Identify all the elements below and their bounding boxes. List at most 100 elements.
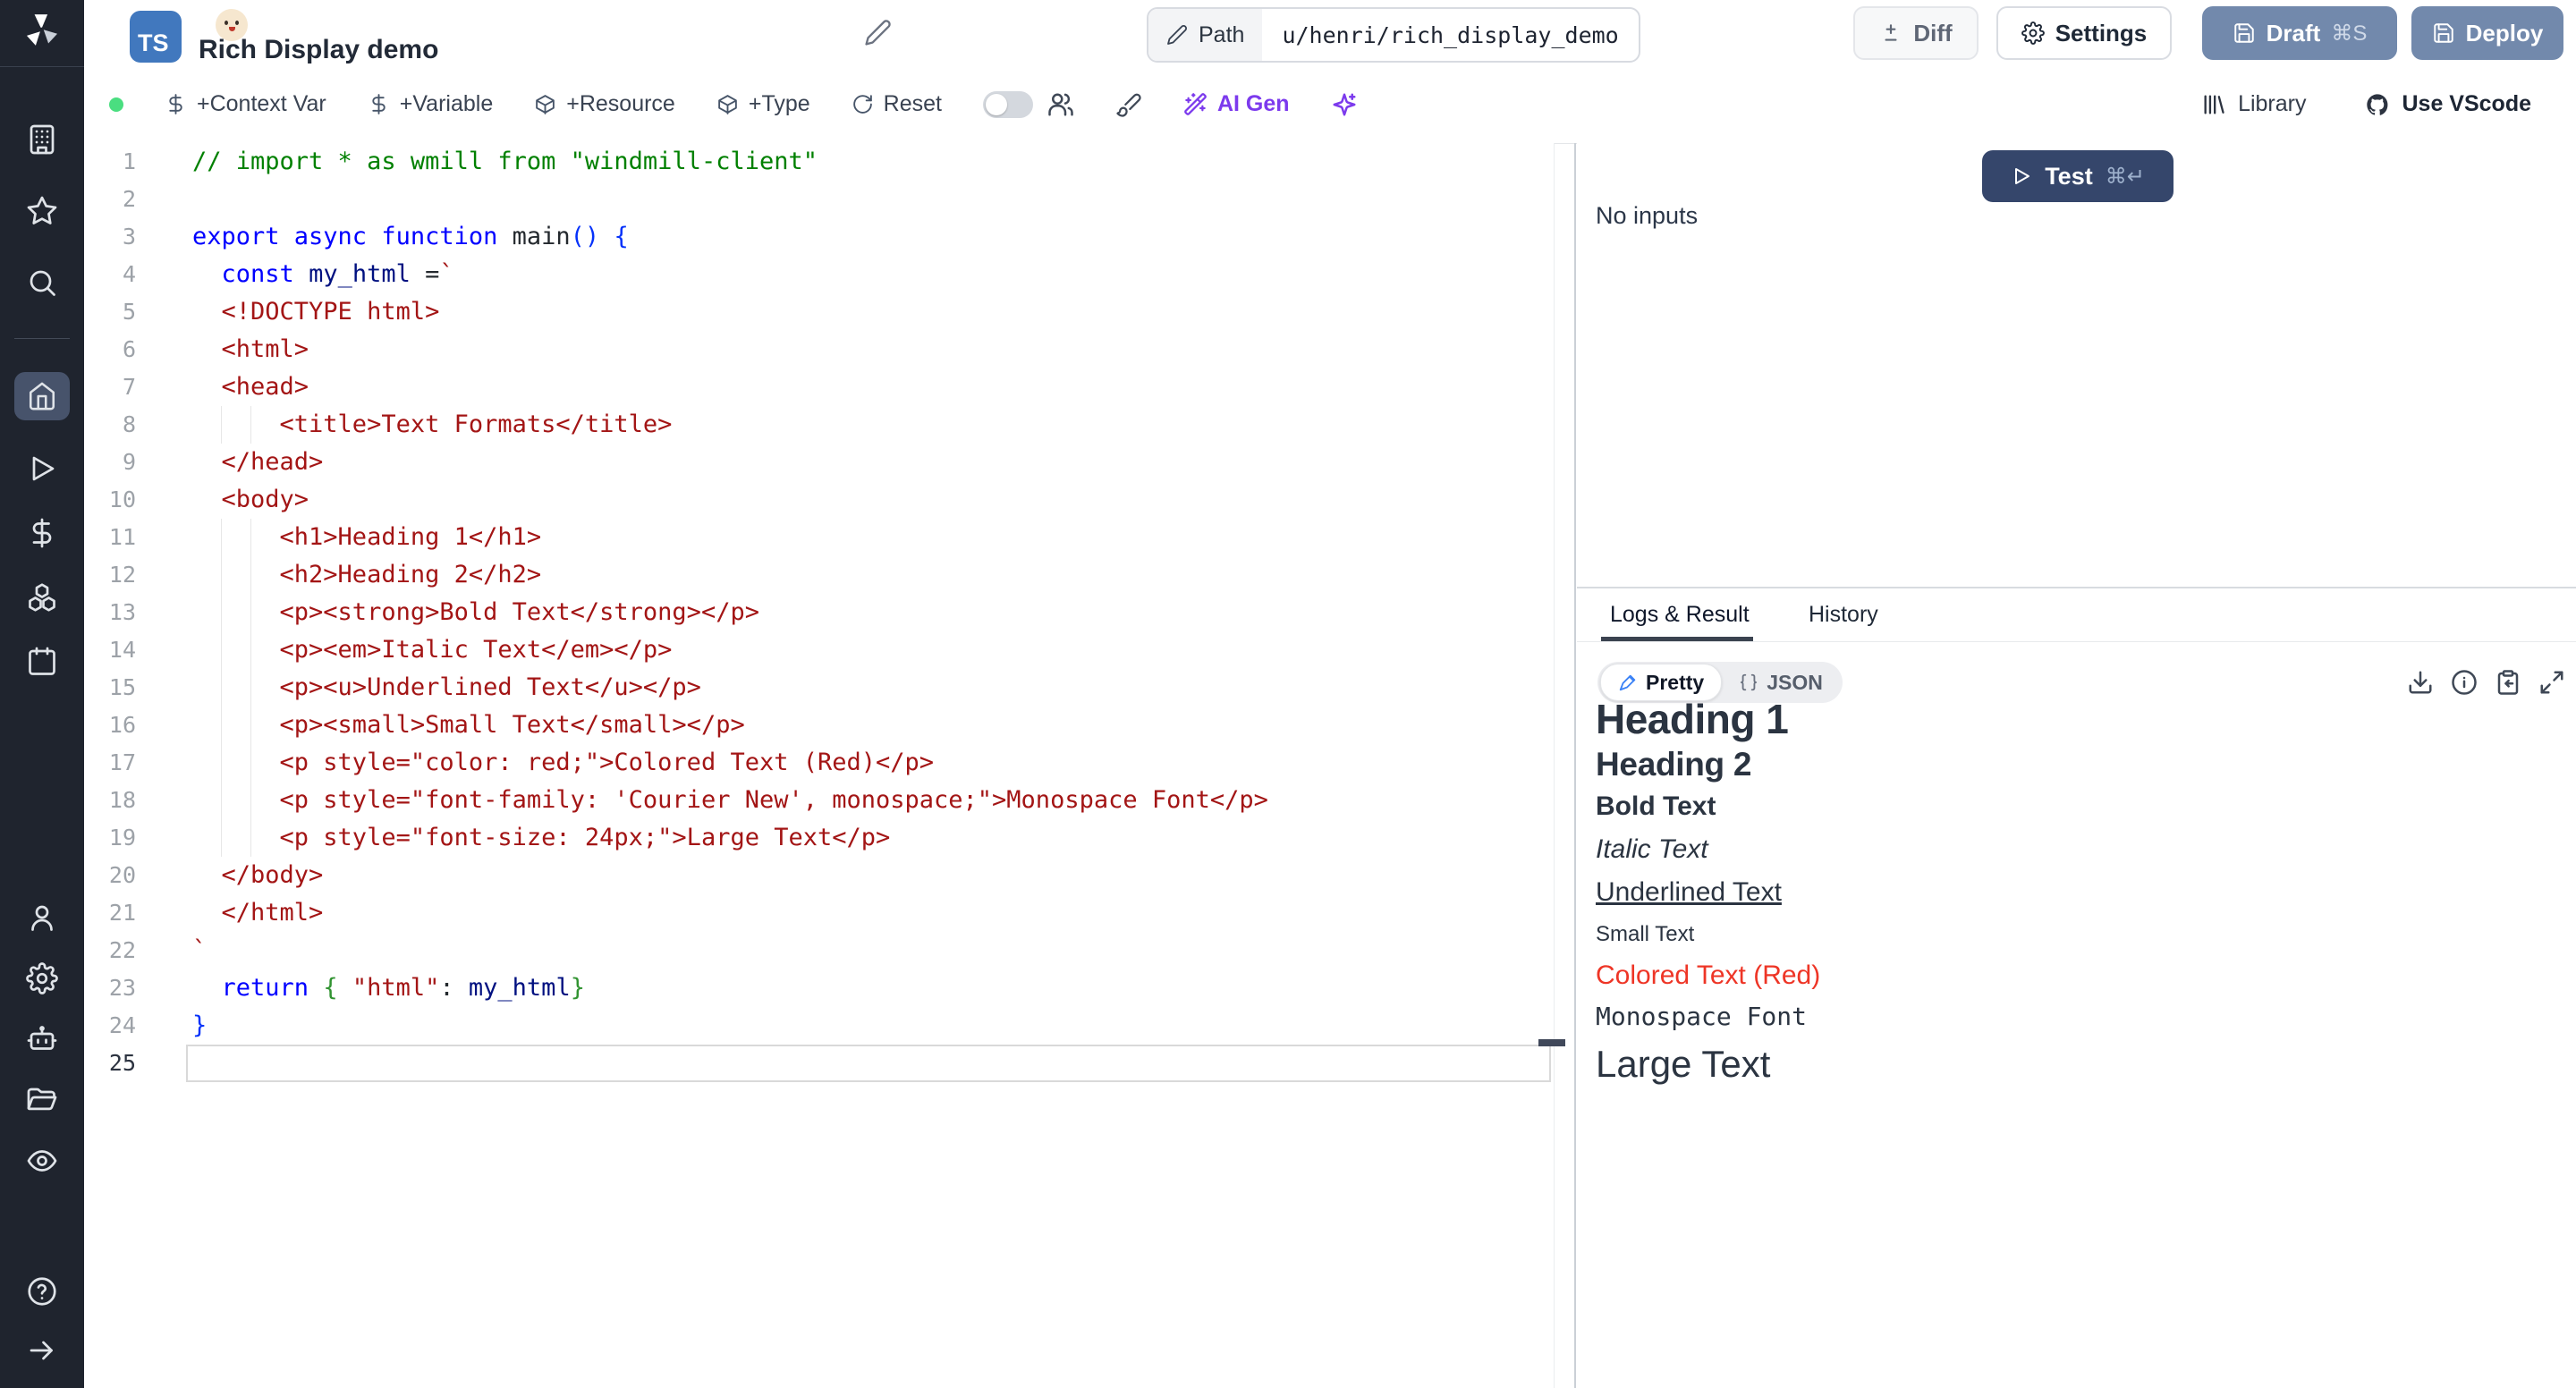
path-label: Path [1199,22,1244,48]
library-button[interactable]: Library [2201,91,2306,117]
code-line[interactable]: 20 </body> [84,857,1554,894]
ai-gen-button[interactable]: AI Gen [1183,91,1290,117]
sidebar-group-workspace [0,123,84,299]
sidebar-item-play[interactable] [26,453,58,485]
line-number: 5 [84,293,136,331]
code-line[interactable]: 6 <html> [84,331,1554,368]
expand-icon[interactable] [2538,669,2565,696]
info-icon[interactable] [2451,669,2478,696]
brush-icon[interactable] [1115,91,1142,118]
path-value[interactable]: u/henri/rich_display_demo [1262,9,1638,61]
code-line[interactable]: 7 <head> [84,368,1554,406]
edit-title-icon[interactable] [864,19,892,47]
diff-icon [1879,21,1902,45]
sidebar-item-search[interactable] [26,267,58,299]
code-line[interactable]: 14 <p><em>Italic Text</em></p> [84,631,1554,669]
add-type-button[interactable]: +Type [716,91,810,117]
script-path-field[interactable]: Path u/henri/rich_display_demo [1147,7,1640,63]
code-line[interactable]: 2 [84,181,1554,218]
pretty-label: Pretty [1646,671,1704,695]
code-line[interactable]: 22` [84,932,1554,969]
tab-history[interactable]: History [1809,588,1878,640]
active-tab-underline [1601,637,1753,641]
add-resource-button[interactable]: +Resource [534,91,675,117]
sidebar-item-boxes[interactable] [26,581,58,614]
draft-button[interactable]: Draft ⌘S [2202,6,2397,60]
code-line[interactable]: 17 <p style="color: red;">Colored Text (… [84,744,1554,782]
sidebar-item-eye[interactable] [26,1145,58,1177]
code-line[interactable]: 9 </head> [84,444,1554,481]
code-line[interactable]: 1// import * as wmill from "windmill-cli… [84,143,1554,181]
toggle-switch[interactable] [983,91,1033,118]
add-variable-label: +Variable [400,91,493,117]
download-icon[interactable] [2407,669,2434,696]
code-line[interactable]: 11 <h1>Heading 1</h1> [84,519,1554,556]
line-number: 16 [84,707,136,744]
sidebar-item-calendar[interactable] [26,646,58,678]
code-line[interactable]: 21 </html> [84,894,1554,932]
copy-clipboard-icon[interactable] [2495,669,2521,696]
code-line[interactable]: 18 <p style="font-family: 'Courier New',… [84,782,1554,819]
sidebar-item-dollar[interactable] [26,517,58,549]
add-variable-button[interactable]: +Variable [368,91,493,117]
play-icon [2011,165,2032,187]
vertical-splitter[interactable] [1574,143,1576,1388]
users-icon[interactable] [1047,91,1074,118]
sidebar-item-star[interactable] [26,195,58,227]
result-actions [2407,669,2565,696]
add-context-var-button[interactable]: +Context Var [165,91,326,117]
diff-button-label: Diff [1913,20,1952,47]
diff-button[interactable]: Diff [1853,6,1979,60]
code-editor[interactable]: 1// import * as wmill from "windmill-cli… [84,143,1554,1388]
sidebar-item-robot[interactable] [26,1023,58,1055]
sidebar-item-user[interactable] [26,901,58,934]
code-line[interactable]: 24} [84,1007,1554,1045]
line-number: 19 [84,819,136,857]
add-reset-button[interactable]: Reset [852,91,942,117]
code-line[interactable]: 19 <p style="font-size: 24px;">Large Tex… [84,819,1554,857]
sidebar-item-folder-open[interactable] [26,1084,58,1116]
code-line[interactable]: 3export async function main() { [84,218,1554,256]
braces-icon [1739,673,1758,692]
code-text: <p><em>Italic Text</em></p> [136,631,672,669]
sidebar-item-building[interactable] [26,123,58,156]
use-vscode-button[interactable]: Use VScode [2365,91,2531,117]
code-line[interactable]: 10 <body> [84,481,1554,519]
code-line[interactable]: 25 [84,1045,1554,1082]
result-line-h1: Heading 1 [1596,694,1820,744]
add-type-label: +Type [749,91,810,117]
vscode-label: Use VScode [2402,91,2531,117]
run-preview-panel: Test ⌘↵ No inputs [1577,143,2576,587]
typescript-badge-label: TS [138,30,169,57]
github-icon [2365,92,2390,117]
code-line[interactable]: 8 <title>Text Formats</title> [84,406,1554,444]
code-line[interactable]: 13 <p><strong>Bold Text</strong></p> [84,594,1554,631]
sidebar-item-home[interactable] [14,372,70,420]
code-line[interactable]: 5 <!DOCTYPE html> [84,293,1554,331]
deploy-button[interactable]: Deploy [2411,6,2563,60]
tab-logs-result[interactable]: Logs & Result [1610,588,1750,640]
code-text: <!DOCTYPE html> [136,293,439,331]
test-button[interactable]: Test ⌘↵ [1982,150,2174,202]
line-number: 17 [84,744,136,782]
settings-button[interactable]: Settings [1996,6,2172,60]
code-text: export async function main() { [136,218,629,256]
overview-ruler-cursor [1538,1039,1565,1046]
sidebar-item-gear[interactable] [26,962,58,994]
code-line[interactable]: 12 <h2>Heading 2</h2> [84,556,1554,594]
code-line[interactable]: 4 const my_html =` [84,256,1554,293]
sparkles-icon[interactable] [1331,91,1358,118]
code-text: </body> [136,857,323,894]
line-number: 24 [84,1007,136,1045]
sidebar-item-arrow-right[interactable] [26,1334,58,1367]
line-number: 9 [84,444,136,481]
sidebar-item-help[interactable] [26,1275,58,1308]
draft-button-label: Draft [2267,20,2321,47]
code-text: <html> [136,331,309,368]
code-line[interactable]: 15 <p><u>Underlined Text</u></p> [84,669,1554,707]
code-text: </head> [136,444,323,481]
code-line[interactable]: 16 <p><small>Small Text</small></p> [84,707,1554,744]
line-number: 18 [84,782,136,819]
windmill-logo[interactable] [0,9,84,50]
code-line[interactable]: 23 return { "html": my_html} [84,969,1554,1007]
